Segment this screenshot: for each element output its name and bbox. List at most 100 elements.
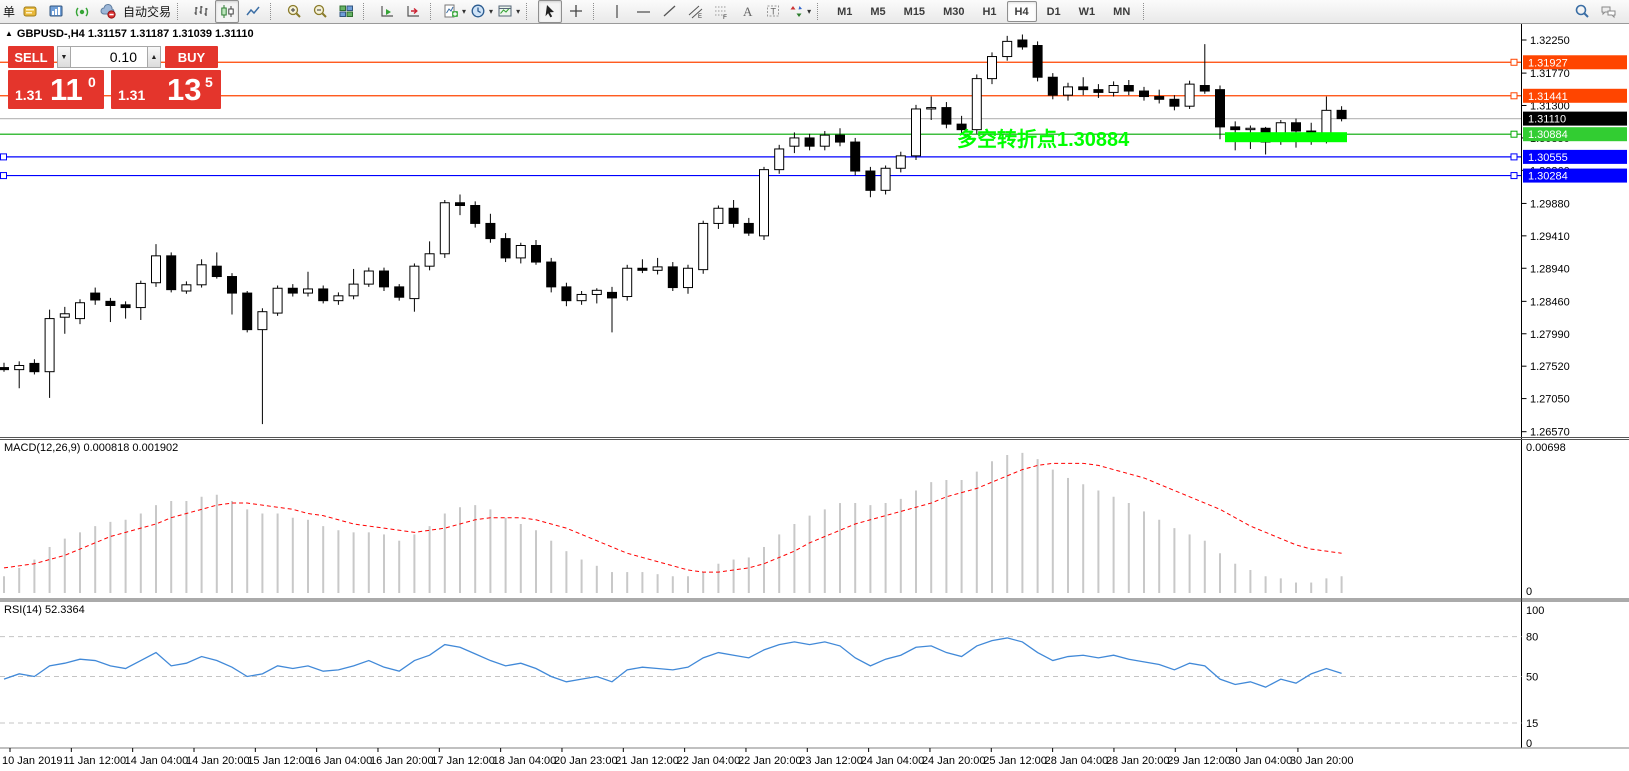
- chat-icon[interactable]: [1596, 0, 1620, 23]
- lot-size-input[interactable]: [71, 46, 147, 68]
- candle-body: [866, 171, 875, 190]
- candle-body: [380, 271, 389, 287]
- zoom-in-icon[interactable]: [282, 0, 306, 23]
- buy-button[interactable]: BUY: [165, 46, 218, 68]
- hline-handle-right[interactable]: [1511, 131, 1517, 137]
- text-icon[interactable]: A: [735, 0, 759, 23]
- auto-scroll-icon[interactable]: [375, 0, 399, 23]
- indicators-icon[interactable]: ▾: [442, 0, 467, 23]
- hline-handle-right[interactable]: [1511, 59, 1517, 65]
- horizontal-line-icon[interactable]: [631, 0, 655, 23]
- price-tick-label: 1.27050: [1530, 394, 1570, 406]
- candle-body: [562, 287, 571, 301]
- hline-handle-left[interactable]: [1, 154, 7, 160]
- time-label: 15 Jan 12:00: [247, 755, 311, 767]
- price-tick-label: 1.27990: [1530, 329, 1570, 341]
- timeframe-h1-button[interactable]: H1: [974, 1, 1004, 22]
- zoom-out-icon[interactable]: [308, 0, 332, 23]
- candle-body: [243, 293, 252, 330]
- support-highlight-bar[interactable]: [1225, 132, 1347, 142]
- timeframe-m30-button[interactable]: M30: [935, 1, 972, 22]
- timeframe-m5-button[interactable]: M5: [862, 1, 893, 22]
- time-label: 18 Jan 04:00: [493, 755, 557, 767]
- templates-icon[interactable]: ▾: [496, 0, 521, 23]
- time-label: 10 Jan 2019: [2, 755, 63, 767]
- macd-label: MACD(12,26,9) 0.000818 0.001902: [4, 442, 178, 454]
- periods-icon[interactable]: ▾: [469, 0, 494, 23]
- current-price-badge-text: 1.31110: [1528, 114, 1566, 126]
- autotrade-label[interactable]: 自动交易: [123, 3, 171, 20]
- autotrade-icon-icon[interactable]: [96, 0, 120, 23]
- timeframe-d1-button[interactable]: D1: [1039, 1, 1069, 22]
- candle-body: [486, 223, 495, 238]
- candle-body: [45, 319, 54, 372]
- candle-body: [1003, 41, 1012, 56]
- toolbar-separator: [526, 3, 534, 20]
- candle-body: [212, 266, 221, 276]
- lot-decrease-button[interactable]: ▼: [57, 46, 71, 68]
- candle-body: [121, 305, 130, 308]
- hline-handle-right[interactable]: [1511, 173, 1517, 179]
- buy-price-display[interactable]: 1.31 13 5: [111, 70, 221, 109]
- cursor-icon[interactable]: [538, 0, 562, 23]
- sell-price-display[interactable]: 1.31 11 0: [8, 70, 104, 109]
- tile-windows-icon[interactable]: [334, 0, 358, 23]
- lot-increase-button[interactable]: ▲: [147, 46, 161, 68]
- text-label-icon[interactable]: T: [761, 0, 785, 23]
- crosshair-icon[interactable]: [564, 0, 588, 23]
- timeframe-m15-button[interactable]: M15: [896, 1, 933, 22]
- candle-body: [912, 109, 921, 156]
- templates-button-dropdown-icon[interactable]: ▾: [516, 7, 520, 16]
- hline-handle-right[interactable]: [1511, 154, 1517, 160]
- timeframe-m1-button[interactable]: M1: [829, 1, 860, 22]
- candle-body: [820, 135, 829, 146]
- line-chart-icon[interactable]: [241, 0, 265, 23]
- search-icon[interactable]: [1570, 0, 1594, 23]
- chart-shift-icon[interactable]: [401, 0, 425, 23]
- price-badge-1.31927-text: 1.31927: [1528, 57, 1568, 69]
- time-label: 30 Jan 20:00: [1290, 755, 1354, 767]
- charts-window-icon-icon[interactable]: [44, 0, 68, 23]
- periods-button-dropdown-icon[interactable]: ▾: [489, 7, 493, 16]
- channel-icon[interactable]: E: [683, 0, 707, 23]
- signals-icon-icon[interactable]: [70, 0, 94, 23]
- timeframe-mn-button[interactable]: MN: [1105, 1, 1138, 22]
- indicators-button-dropdown-icon[interactable]: ▾: [462, 7, 466, 16]
- candle-body: [334, 296, 343, 301]
- fibonacci-icon[interactable]: F: [709, 0, 733, 23]
- candlestick-icon[interactable]: [215, 0, 239, 23]
- timeframe-h4-button[interactable]: H4: [1007, 1, 1037, 22]
- candle-body: [1292, 123, 1301, 131]
- svg-text:A: A: [743, 4, 753, 19]
- time-label: 25 Jan 12:00: [983, 755, 1047, 767]
- one-click-trading-panel: SELL ▼ ▲ BUY 1.31 11 0 1.31 13 5: [8, 46, 221, 109]
- arrows-button-dropdown-icon[interactable]: ▾: [807, 7, 811, 16]
- gold-order-icon-icon[interactable]: [18, 0, 42, 23]
- candle-body: [1064, 87, 1073, 95]
- toolbar-separator: [1143, 3, 1151, 20]
- sell-price-pips: 11: [50, 72, 83, 108]
- candle-body: [410, 266, 419, 298]
- vertical-line-icon[interactable]: [605, 0, 629, 23]
- candle-body: [760, 170, 769, 236]
- hline-handle-right[interactable]: [1511, 93, 1517, 99]
- trendline-icon[interactable]: [657, 0, 681, 23]
- annotation-text[interactable]: 多空转折点1.30884: [957, 127, 1130, 151]
- timeframe-w1-button[interactable]: W1: [1071, 1, 1104, 22]
- arrows-icon[interactable]: ▾: [787, 0, 812, 23]
- candle-body: [684, 268, 693, 287]
- candle-body: [288, 288, 297, 293]
- sell-button[interactable]: SELL: [8, 46, 54, 68]
- candle-body: [304, 289, 313, 293]
- chart-canvas[interactable]: 多空转折点1.308841.322501.317701.313001.30830…: [0, 0, 1629, 771]
- buy-price-prefix: 1.31: [118, 87, 145, 103]
- rsi-axis-100: 100: [1526, 605, 1544, 617]
- hline-handle-left[interactable]: [1, 173, 7, 179]
- candle-body: [881, 168, 890, 190]
- candle-body: [988, 57, 997, 79]
- bar-chart-icon[interactable]: [189, 0, 213, 23]
- collapse-panel-icon[interactable]: ▲: [5, 29, 13, 38]
- toolbar-separator: [430, 3, 438, 20]
- candle-body: [258, 312, 267, 330]
- new-order-button[interactable]: 单: [3, 3, 15, 20]
